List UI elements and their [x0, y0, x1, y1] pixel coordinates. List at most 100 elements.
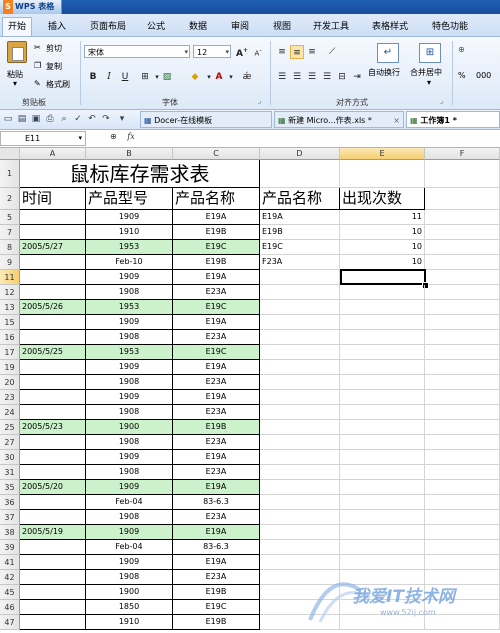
shrink-font-icon[interactable]: A-	[251, 44, 265, 58]
cell-b[interactable]: 1908	[86, 330, 173, 345]
cell-c[interactable]: E19B	[173, 420, 260, 435]
row-header[interactable]: 20	[0, 375, 20, 390]
cell-c[interactable]: E19C	[173, 240, 260, 255]
cell-c[interactable]: E19C	[173, 345, 260, 360]
cell-d[interactable]	[260, 465, 340, 480]
italic-button[interactable]: I	[102, 70, 116, 84]
open-folder-icon[interactable]: ▤	[16, 113, 28, 125]
cell-a[interactable]	[20, 435, 86, 450]
select-all-corner[interactable]	[0, 148, 20, 160]
cell-b[interactable]: 1909	[86, 270, 173, 285]
cell-c[interactable]: 83-6.3	[173, 495, 260, 510]
cell-f[interactable]	[425, 345, 500, 360]
row-header[interactable]: 41	[0, 555, 20, 570]
cell-e[interactable]	[340, 345, 425, 360]
cell-b[interactable]: 1909	[86, 555, 173, 570]
row-header[interactable]: 30	[0, 450, 20, 465]
cell-b[interactable]: 1900	[86, 420, 173, 435]
cell-b[interactable]: 1850	[86, 600, 173, 615]
cell-c[interactable]: E23A	[173, 285, 260, 300]
row-header[interactable]: 8	[0, 240, 20, 255]
cell-e[interactable]: 10	[340, 240, 425, 255]
cell-b[interactable]: 1908	[86, 435, 173, 450]
cell-c[interactable]: E23A	[173, 570, 260, 585]
new-file-icon[interactable]: ▭	[2, 113, 14, 125]
row-header[interactable]: 9	[0, 255, 20, 270]
cell-f[interactable]	[425, 255, 500, 270]
dialog-launcher-icon[interactable]: ⌟	[440, 97, 443, 105]
cell-c[interactable]: E19B	[173, 585, 260, 600]
cell-d[interactable]: F23A	[260, 255, 340, 270]
cell-e[interactable]	[340, 420, 425, 435]
cell-c[interactable]: E23A	[173, 405, 260, 420]
cell-b[interactable]: 1953	[86, 240, 173, 255]
row-header[interactable]: 19	[0, 360, 20, 375]
row-header[interactable]: 46	[0, 600, 20, 615]
cell-b[interactable]: 1908	[86, 405, 173, 420]
cell-a[interactable]	[20, 540, 86, 555]
cell-a[interactable]	[20, 495, 86, 510]
header-cell-b[interactable]: 产品型号	[86, 188, 173, 210]
cell-c[interactable]: E23A	[173, 330, 260, 345]
cell-d[interactable]	[260, 405, 340, 420]
tab-view[interactable]: 视图	[268, 18, 296, 36]
row-header[interactable]: 35	[0, 480, 20, 495]
active-cell-selection[interactable]	[340, 269, 426, 285]
row-header[interactable]: 16	[0, 330, 20, 345]
cell-d[interactable]	[260, 330, 340, 345]
phonetic-icon[interactable]: ǽ	[240, 70, 254, 84]
cell-c[interactable]: E23A	[173, 375, 260, 390]
cell-f[interactable]	[425, 270, 500, 285]
cell-a[interactable]	[20, 390, 86, 405]
paste-button[interactable]: 粘贴 ▾	[4, 41, 30, 91]
cell-a[interactable]: 2005/5/20	[20, 480, 86, 495]
header-cell-d[interactable]: 产品名称	[260, 188, 340, 210]
cell-d[interactable]	[260, 285, 340, 300]
cell-f[interactable]	[425, 510, 500, 525]
cell-e[interactable]: 10	[340, 225, 425, 240]
cell-b[interactable]: 1909	[86, 390, 173, 405]
tab-special[interactable]: 特色功能	[426, 18, 474, 36]
cell-a[interactable]	[20, 510, 86, 525]
doc-tab-new-microsoft[interactable]: ▦ 新建 Micro...作表.xls * ×	[274, 111, 404, 128]
cell-d[interactable]	[260, 345, 340, 360]
row-header[interactable]: 39	[0, 540, 20, 555]
header-cell-a[interactable]: 时间	[20, 188, 86, 210]
cell-c[interactable]: E19B	[173, 225, 260, 240]
close-icon[interactable]: ×	[393, 112, 400, 127]
cell-e[interactable]	[340, 375, 425, 390]
wrap-text-button[interactable]: ↵ 自动换行	[368, 43, 408, 91]
underline-button[interactable]: U	[118, 70, 132, 84]
cell-a[interactable]: 2005/5/23	[20, 420, 86, 435]
align-center-icon[interactable]: ☰	[290, 70, 304, 84]
tab-page-layout[interactable]: 页面布局	[84, 18, 132, 36]
tab-home[interactable]: 开始	[2, 17, 32, 36]
cell-d[interactable]	[260, 450, 340, 465]
cell-f[interactable]	[425, 360, 500, 375]
font-size-select[interactable]: 12 ▾	[193, 45, 231, 58]
cell-b[interactable]: 1909	[86, 360, 173, 375]
row-header[interactable]: 7	[0, 225, 20, 240]
cell-b[interactable]: Feb-04	[86, 540, 173, 555]
indent-icon[interactable]: ⇥	[350, 70, 364, 84]
grow-font-icon[interactable]: A+	[235, 44, 249, 59]
cell-e[interactable]	[340, 465, 425, 480]
cell-a[interactable]	[20, 255, 86, 270]
cell-f[interactable]	[425, 285, 500, 300]
cell-c[interactable]: E19A	[173, 525, 260, 540]
cell-a[interactable]	[20, 330, 86, 345]
doc-tab-docer[interactable]: ▦ Docer-在线模板	[140, 111, 272, 128]
cell-c[interactable]: E19B	[173, 255, 260, 270]
column-header-a[interactable]: A	[20, 148, 86, 160]
header-cell-c[interactable]: 产品名称	[173, 188, 260, 210]
column-header-b[interactable]: B	[86, 148, 173, 160]
row-header[interactable]: 5	[0, 210, 20, 225]
cell-c[interactable]: E23A	[173, 465, 260, 480]
cell-f[interactable]	[425, 210, 500, 225]
align-bottom-icon[interactable]: ≡	[305, 45, 319, 59]
row-header[interactable]: 24	[0, 405, 20, 420]
cell-style-icon[interactable]: ▧	[160, 70, 174, 84]
cell-a[interactable]: 2005/5/19	[20, 525, 86, 540]
cell-e[interactable]	[340, 330, 425, 345]
tab-review[interactable]: 审阅	[226, 18, 254, 36]
